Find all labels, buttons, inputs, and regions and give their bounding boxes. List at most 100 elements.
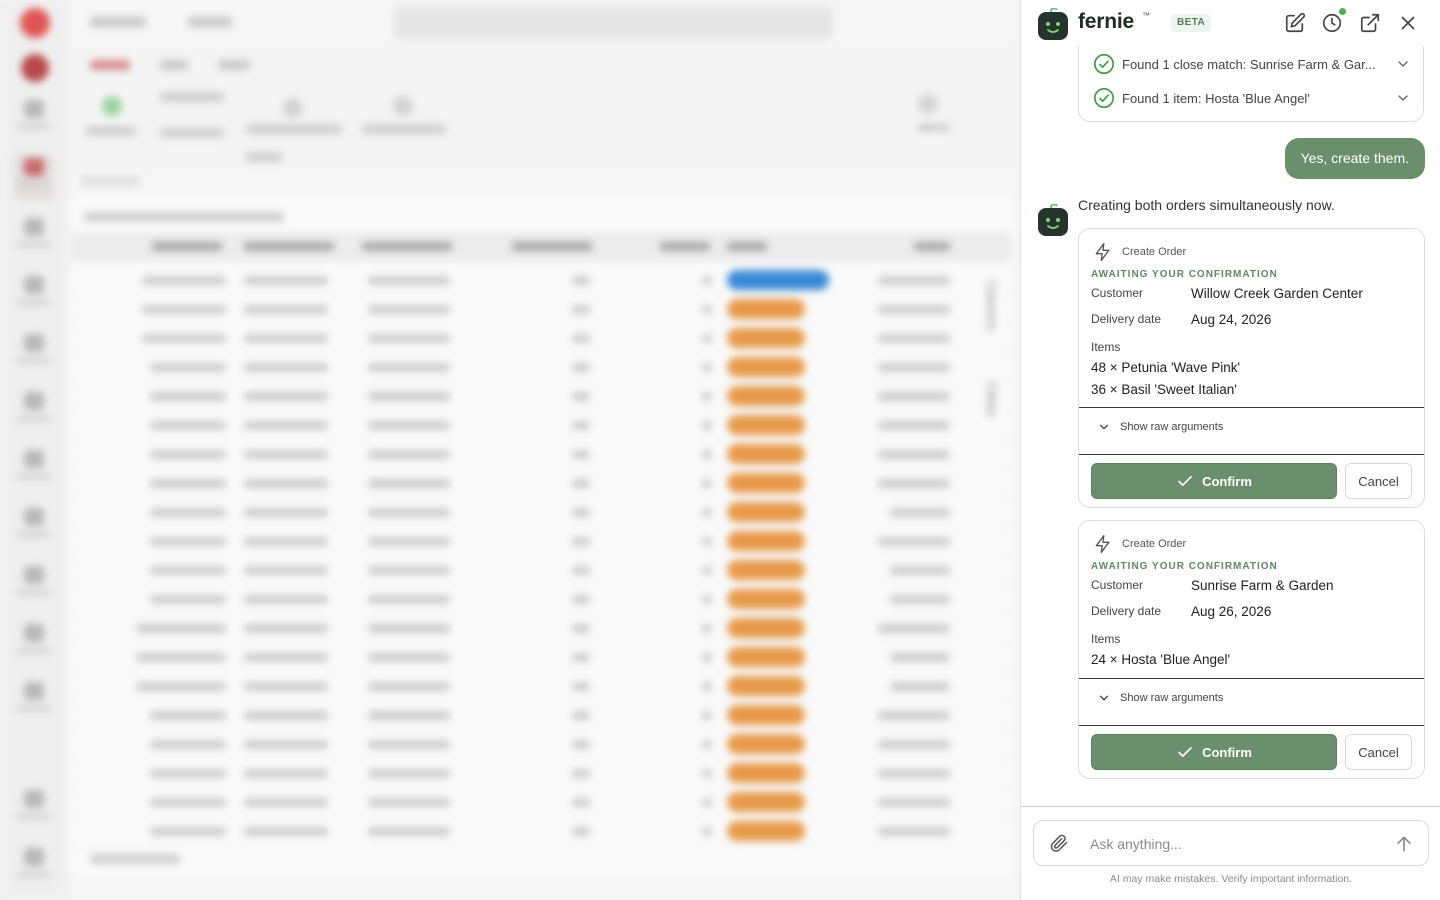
- open-external-button[interactable]: [1358, 11, 1382, 35]
- filters-tab[interactable]: Filters: [984, 382, 999, 417]
- brand-trademark: ™: [1142, 11, 1150, 20]
- grid-header: [72, 232, 1010, 262]
- notification-dot: [1339, 8, 1346, 15]
- column-header[interactable]: [362, 242, 452, 251]
- table-row[interactable]: [72, 759, 1010, 788]
- new-order-icon[interactable]: [102, 96, 122, 116]
- table-row[interactable]: [72, 440, 1010, 469]
- chevron-down-icon[interactable]: [1395, 90, 1411, 106]
- sidebar-nav-item[interactable]: [14, 848, 54, 888]
- table-row[interactable]: [72, 324, 1010, 353]
- tab[interactable]: [160, 60, 188, 70]
- table-row[interactable]: [72, 527, 1010, 556]
- toolbar-icon[interactable]: [283, 98, 303, 118]
- assistant-header: fernie ™ BETA: [1021, 0, 1440, 46]
- delivery-date-label: Delivery date: [1091, 312, 1162, 326]
- table-row[interactable]: [72, 817, 1010, 846]
- column-header[interactable]: [244, 242, 334, 251]
- sidebar-nav-item[interactable]: [14, 100, 54, 140]
- customer-value: Willow Creek Garden Center: [1191, 286, 1363, 301]
- customer-label: Customer: [1091, 578, 1144, 592]
- table-row[interactable]: [72, 353, 1010, 382]
- chevron-down-icon[interactable]: [1395, 56, 1411, 72]
- table-row[interactable]: [72, 498, 1010, 527]
- confirm-button[interactable]: Confirm: [1091, 734, 1337, 770]
- table-row[interactable]: [72, 701, 1010, 730]
- cancel-button[interactable]: Cancel: [1345, 463, 1412, 499]
- divider: [1079, 725, 1424, 726]
- breadcrumb[interactable]: [90, 17, 146, 27]
- table-row[interactable]: [72, 411, 1010, 440]
- message-list[interactable]: Found 1 close match: Sunrise Farm & Gar.…: [1021, 46, 1440, 806]
- toolbar-icon[interactable]: [393, 96, 413, 116]
- paperclip-icon[interactable]: [1049, 833, 1069, 853]
- sidebar-nav-item[interactable]: [14, 508, 54, 548]
- table-row[interactable]: [72, 730, 1010, 759]
- app-topbar: DE: [68, 0, 1020, 46]
- tool-result-row[interactable]: Found 1 close match: Sunrise Farm & Gar.…: [1093, 52, 1411, 76]
- breadcrumb[interactable]: [188, 17, 232, 27]
- app-toolbar: alized: [68, 46, 1020, 186]
- history-button[interactable]: [1320, 8, 1346, 35]
- column-header[interactable]: [914, 242, 950, 251]
- confirm-label: Confirm: [1202, 744, 1252, 760]
- table-row[interactable]: [72, 672, 1010, 701]
- sidebar-nav-item[interactable]: [14, 790, 54, 830]
- column-header[interactable]: [152, 242, 222, 251]
- new-chat-button[interactable]: [1283, 11, 1307, 35]
- import-button[interactable]: [160, 128, 224, 138]
- order-confirmation-card: Create Order AWAITING YOUR CONFIRMATION …: [1078, 228, 1425, 508]
- table-row[interactable]: [72, 585, 1010, 614]
- tool-call-title: Create Order: [1122, 246, 1187, 258]
- export-button[interactable]: [160, 92, 224, 102]
- table-row[interactable]: [72, 556, 1010, 585]
- table-row[interactable]: [72, 614, 1010, 643]
- sidebar-nav-item[interactable]: [14, 566, 54, 606]
- close-icon: [1401, 16, 1415, 30]
- show-raw-arguments-toggle[interactable]: Show raw arguments: [1097, 691, 1223, 705]
- toolbar-icon[interactable]: [918, 94, 938, 114]
- tab[interactable]: [218, 60, 250, 70]
- close-panel-button[interactable]: [1396, 11, 1420, 35]
- global-search[interactable]: [393, 6, 833, 40]
- table-row[interactable]: [72, 382, 1010, 411]
- confirm-label: Confirm: [1202, 473, 1252, 489]
- sidebar-nav-item[interactable]: [14, 624, 54, 664]
- sidebar-nav-item[interactable]: [14, 218, 54, 258]
- column-header[interactable]: [727, 242, 767, 251]
- table-row[interactable]: [72, 266, 1010, 295]
- sidebar-nav-item[interactable]: [14, 276, 54, 316]
- column-header[interactable]: [512, 242, 592, 251]
- brand-name: fernie: [1078, 10, 1134, 33]
- assistant-avatar-icon: [1038, 204, 1068, 236]
- send-arrow-up-icon[interactable]: [1394, 834, 1414, 854]
- table-row[interactable]: [72, 788, 1010, 817]
- chat-input[interactable]: [1090, 833, 1380, 855]
- check-circle-icon: [1094, 88, 1114, 108]
- table-row[interactable]: [72, 469, 1010, 498]
- show-raw-arguments-toggle[interactable]: Show raw arguments: [1097, 420, 1223, 434]
- items-label: Items: [1091, 340, 1121, 354]
- sidebar-nav-item[interactable]: [14, 450, 54, 490]
- divider: [1079, 454, 1424, 455]
- delivery-date-value: Aug 26, 2026: [1191, 604, 1272, 619]
- filter-chip[interactable]: [80, 176, 140, 186]
- grid-footer-count: [90, 854, 180, 864]
- toolbar-label: [362, 124, 446, 134]
- check-icon: [1178, 747, 1192, 757]
- sidebar-nav-item[interactable]: [14, 334, 54, 374]
- column-header[interactable]: [660, 242, 710, 251]
- divider: [1021, 806, 1440, 807]
- customer-label: Customer: [1091, 286, 1144, 300]
- tab-active[interactable]: [90, 60, 130, 70]
- chevron-down-icon: [1099, 424, 1109, 430]
- confirm-button[interactable]: Confirm: [1091, 463, 1337, 499]
- table-row[interactable]: [72, 643, 1010, 672]
- sidebar-nav-item[interactable]: [14, 392, 54, 432]
- cancel-button[interactable]: Cancel: [1345, 734, 1412, 770]
- sidebar-nav-item[interactable]: [14, 682, 54, 722]
- tool-result-row[interactable]: Found 1 item: Hosta 'Blue Angel': [1093, 86, 1411, 110]
- sidebar-nav-item-active[interactable]: [14, 154, 54, 200]
- table-row[interactable]: [72, 295, 1010, 324]
- columns-tab[interactable]: Columns: [984, 280, 999, 331]
